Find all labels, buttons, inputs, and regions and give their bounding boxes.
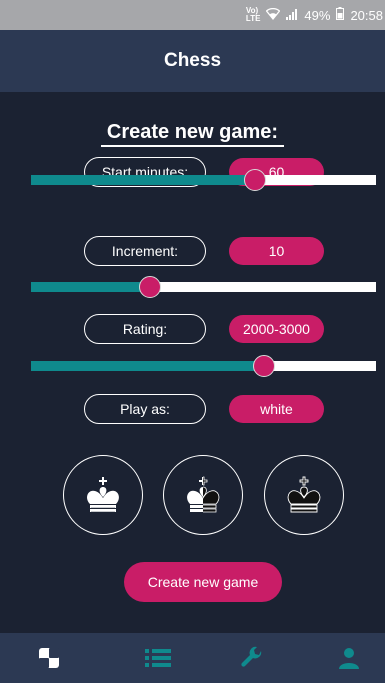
nav-board[interactable]	[37, 646, 61, 670]
slider-fill	[31, 282, 151, 292]
wifi-icon	[266, 7, 281, 23]
status-bar: Vo) LTE 49% 20:58	[0, 0, 385, 30]
rating-label: Rating:	[84, 314, 206, 344]
app-bar: Chess	[0, 30, 385, 92]
play-as-label: Play as:	[84, 394, 206, 424]
nav-settings[interactable]	[240, 646, 264, 670]
bottom-nav	[0, 633, 385, 683]
slider-fill	[31, 361, 264, 371]
board-icon	[39, 648, 59, 668]
form-heading-text: Create new game:	[100, 121, 285, 147]
play-black-button[interactable]	[264, 455, 344, 535]
nav-profile[interactable]	[337, 646, 361, 670]
half-white-half-black-king-icon	[187, 476, 220, 513]
white-king-icon	[87, 477, 119, 513]
rating-slider[interactable]	[31, 352, 376, 380]
increment-label: Increment:	[84, 236, 206, 266]
form-heading: Create new game:	[0, 121, 385, 147]
slider-thumb[interactable]	[139, 276, 162, 298]
start-minutes-slider[interactable]	[31, 166, 376, 194]
slider-fill	[31, 175, 256, 185]
wrench-icon	[241, 646, 262, 667]
play-white-button[interactable]	[63, 455, 143, 535]
create-game-button[interactable]: Create new game	[124, 562, 282, 602]
clock: 20:58	[350, 7, 383, 23]
nav-games-list[interactable]	[144, 646, 172, 670]
increment-slider[interactable]	[31, 273, 376, 301]
rating-value[interactable]: 2000-3000	[229, 315, 324, 343]
black-king-icon	[287, 476, 321, 513]
battery-percent: 49%	[304, 7, 331, 23]
slider-thumb[interactable]	[252, 355, 275, 377]
volte-icon: Vo) LTE	[245, 6, 261, 23]
increment-value[interactable]: 10	[229, 237, 324, 265]
status-icons: Vo) LTE 49% 20:58	[246, 7, 383, 23]
slider-thumb[interactable]	[244, 169, 267, 191]
app-title: Chess	[163, 50, 222, 71]
list-icon	[145, 649, 171, 667]
user-icon	[339, 648, 359, 669]
play-random-button[interactable]	[163, 455, 243, 535]
play-as-value[interactable]: white	[229, 395, 324, 423]
battery-icon	[336, 7, 345, 23]
color-choice-group	[0, 455, 385, 535]
signal-icon	[286, 8, 298, 23]
